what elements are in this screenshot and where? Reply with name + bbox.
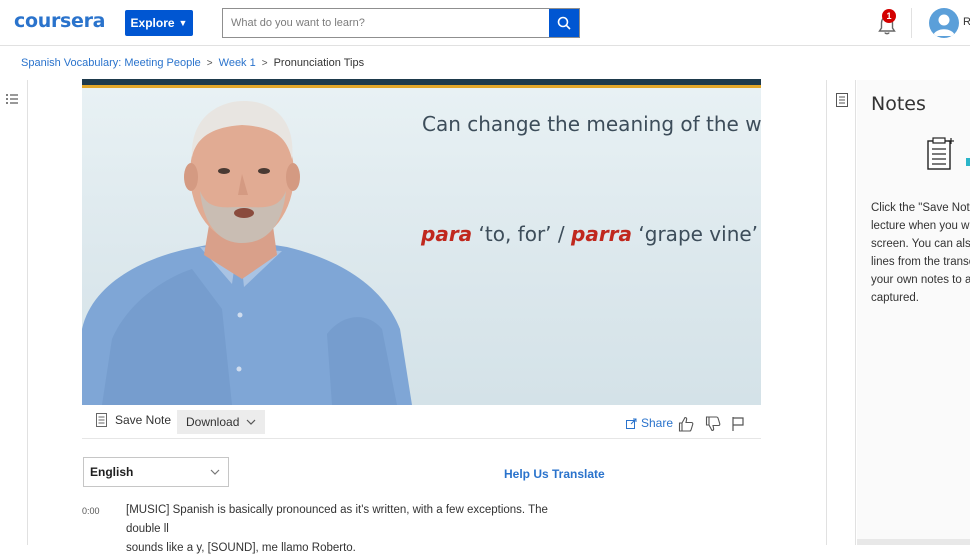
flag-icon[interactable] [731, 416, 745, 432]
instructor-image [82, 101, 412, 405]
save-note-label: Save Note [115, 413, 172, 427]
course-outline-icon[interactable] [5, 92, 19, 106]
transcript-timestamp[interactable]: 0:00 [82, 506, 100, 516]
save-note-button[interactable]: Save Note [96, 413, 171, 427]
horizontal-scrollbar[interactable] [857, 539, 970, 545]
avatar[interactable] [929, 8, 959, 38]
user-name[interactable]: R [963, 16, 970, 28]
transcript-line: sounds like a y, [SOUND], me llamo Rober… [126, 542, 356, 554]
download-label: Download [186, 415, 240, 429]
slide-word-parra: parra [571, 222, 633, 246]
notes-desc-line: captured. [871, 292, 919, 304]
transcript-language-select[interactable]: English [83, 457, 229, 487]
chevron-right-icon: > [206, 57, 213, 69]
search-button[interactable] [549, 9, 579, 37]
slide-example-line: para ‘to, for’ / parra ‘grape vine’ [421, 222, 758, 246]
breadcrumb: Spanish Vocabulary: Meeting People > Wee… [21, 55, 364, 71]
transcript-text[interactable]: [MUSIC] Spanish is basically pronounced … [126, 501, 566, 558]
slide-word-para: para [421, 222, 473, 246]
notes-desc-line: your own notes to ar [871, 274, 970, 286]
share-icon [626, 418, 637, 429]
notes-desc-line: lines from the transc [871, 256, 970, 268]
download-dropdown[interactable]: Download [177, 410, 265, 434]
top-header: coursera Explore ▼ 1 R [0, 0, 970, 46]
share-label: Share [641, 416, 674, 430]
notes-desc-line: Click the "Save Note" [871, 202, 970, 214]
coursera-logo[interactable]: coursera [14, 10, 106, 32]
slide-gloss-para: ‘to, for’ / [478, 222, 565, 246]
thumbs-up-icon[interactable] [678, 416, 694, 432]
notes-desc-line: lecture when you wa [871, 220, 970, 232]
notes-description: Click the "Save Note" lecture when you w… [871, 199, 970, 307]
lecture-actions-bar: Save Note Download Share [82, 408, 761, 439]
help-translate-link[interactable]: Help Us Translate [504, 467, 605, 481]
notes-illustration-icon [927, 137, 970, 170]
chevron-down-icon: ▼ [178, 18, 188, 28]
notes-rail [826, 80, 856, 545]
search-icon [557, 16, 571, 30]
language-value: English [90, 465, 134, 479]
notes-panel: Notes Click the "Save Note" lecture when… [857, 80, 970, 545]
user-icon [933, 14, 955, 36]
chevron-down-icon [210, 469, 220, 475]
notes-title: Notes [871, 93, 926, 115]
search-bar [222, 8, 580, 38]
explore-label: Explore [130, 16, 175, 30]
chevron-down-icon [246, 419, 256, 425]
slide-gloss-parra: ‘grape vine’ [638, 222, 759, 246]
breadcrumb-week[interactable]: Week 1 [219, 57, 256, 69]
breadcrumb-course[interactable]: Spanish Vocabulary: Meeting People [21, 57, 201, 69]
left-sidebar-rail [0, 80, 28, 545]
chevron-right-icon: > [261, 57, 268, 69]
notes-toggle-icon[interactable] [836, 93, 848, 107]
note-icon [96, 413, 107, 427]
explore-button[interactable]: Explore ▼ [125, 10, 193, 36]
share-button[interactable]: Share [626, 416, 673, 430]
breadcrumb-current: Pronunciation Tips [273, 57, 365, 69]
video-player[interactable]: Can change the meaning of the word para … [82, 79, 761, 405]
search-input[interactable] [223, 9, 549, 37]
transcript-line: [MUSIC] Spanish is basically pronounced … [126, 504, 548, 535]
header-divider [911, 8, 912, 38]
notification-badge: 1 [882, 9, 896, 23]
thumbs-down-icon[interactable] [705, 416, 721, 432]
notes-desc-line: screen. You can also [871, 238, 970, 250]
slide-title: Can change the meaning of the word [422, 112, 761, 136]
